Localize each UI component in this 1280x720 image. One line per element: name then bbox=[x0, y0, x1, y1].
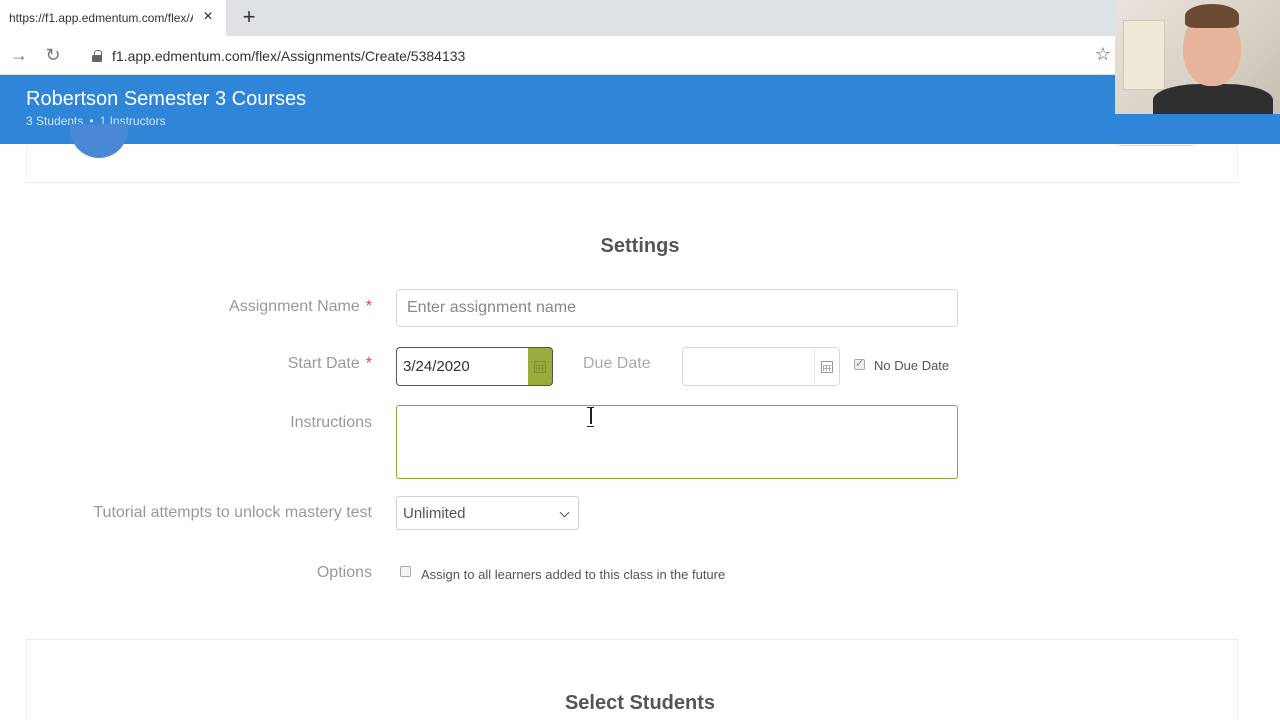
url-bar[interactable]: f1.app.edmentum.com/flex/Assignments/Cre… bbox=[84, 41, 1124, 70]
tutorial-attempts-value: Unlimited bbox=[403, 504, 466, 522]
browser-tab-bar: https://f1.app.edmentum.com/flex/Assignm… bbox=[0, 0, 1280, 36]
partial-button-edge bbox=[1118, 144, 1194, 146]
required-mark: * bbox=[365, 355, 372, 372]
text-cursor-icon bbox=[586, 407, 595, 427]
assignment-name-input[interactable] bbox=[396, 289, 958, 327]
forward-arrow-icon[interactable]: → bbox=[8, 44, 30, 66]
class-header: Robertson Semester 3 Courses 3 Students … bbox=[0, 75, 1280, 144]
start-date-input[interactable] bbox=[396, 347, 528, 386]
start-date-picker bbox=[396, 347, 553, 386]
browser-tab[interactable]: https://f1.app.edmentum.com/flex/Assignm… bbox=[0, 0, 226, 36]
browser-tab-title: https://f1.app.edmentum.com/flex/Assignm… bbox=[9, 11, 193, 25]
assignment-name-label: Assignment Name * bbox=[229, 298, 372, 315]
tutorial-attempts-select[interactable]: Unlimited bbox=[396, 496, 579, 530]
instructions-label: Instructions bbox=[290, 414, 372, 431]
no-due-date-checkbox[interactable] bbox=[854, 357, 865, 370]
required-mark: * bbox=[365, 298, 372, 315]
due-date-label: Due Date bbox=[583, 355, 651, 372]
browser-address-bar: → ↻ f1.app.edmentum.com/flex/Assignments… bbox=[0, 36, 1280, 75]
webcam-overlay bbox=[1115, 0, 1280, 114]
due-date-input[interactable] bbox=[682, 347, 814, 386]
step-indicator-circle bbox=[70, 124, 128, 158]
reload-icon[interactable]: ↻ bbox=[42, 44, 64, 66]
webcam-person-hair bbox=[1185, 4, 1239, 28]
class-title: Robertson Semester 3 Courses bbox=[26, 88, 307, 110]
webcam-background-map bbox=[1123, 20, 1165, 90]
calendar-icon[interactable] bbox=[814, 347, 840, 386]
start-date-label: Start Date * bbox=[287, 355, 372, 372]
bookmark-star-icon[interactable]: ☆ bbox=[1093, 44, 1113, 64]
options-label: Options bbox=[316, 564, 372, 581]
assign-future-label: Assign to all learners added to this cla… bbox=[421, 567, 726, 582]
close-tab-icon[interactable]: × bbox=[200, 9, 216, 25]
due-date-picker bbox=[682, 347, 840, 386]
url-text: f1.app.edmentum.com/flex/Assignments/Cre… bbox=[112, 47, 466, 64]
assign-future-checkbox[interactable] bbox=[400, 566, 411, 577]
select-students-title: Select Students bbox=[564, 692, 716, 714]
calendar-icon[interactable] bbox=[528, 347, 553, 386]
instructions-textarea[interactable] bbox=[396, 405, 958, 479]
no-due-date-label: No Due Date bbox=[874, 358, 950, 373]
webcam-person-body bbox=[1153, 84, 1273, 114]
tutorial-attempts-label: Tutorial attempts to unlock mastery test bbox=[93, 504, 372, 521]
new-tab-icon[interactable]: + bbox=[238, 6, 260, 28]
settings-title: Settings bbox=[600, 235, 680, 257]
chevron-down-icon bbox=[559, 507, 570, 518]
lock-icon bbox=[92, 49, 102, 62]
